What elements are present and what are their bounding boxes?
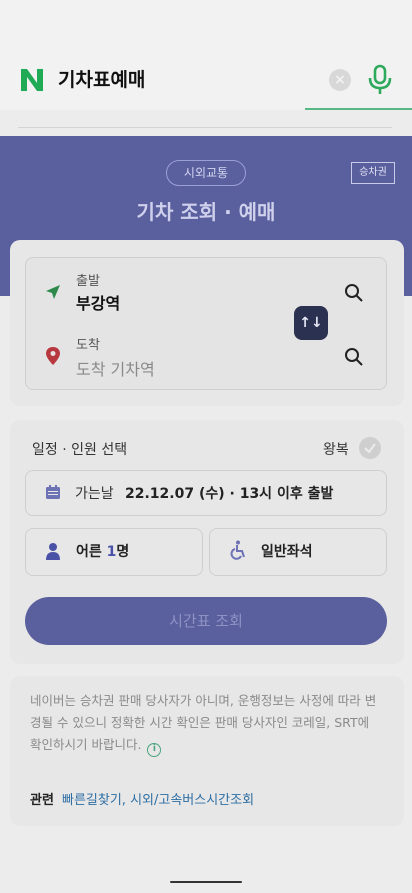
search-icon[interactable] (344, 347, 364, 367)
calendar-icon (46, 485, 60, 499)
category-chip[interactable]: 시외교통 (166, 160, 246, 186)
related-label: 관련 (30, 793, 54, 808)
passenger-unit: 명 (116, 544, 130, 560)
notice-text: 네이버는 승차권 판매 당사자가 아니며, 운행정보는 사정에 따라 변경될 수… (30, 690, 380, 757)
round-trip-label[interactable]: 왕복 (323, 439, 349, 459)
ticket-button[interactable]: 승차권 (351, 162, 395, 184)
microphone-icon[interactable] (366, 64, 394, 96)
person-icon (46, 543, 60, 560)
related-links[interactable]: 빠른길찾기, 시외/고속버스시간조회 (62, 789, 254, 808)
wheelchair-icon (230, 540, 245, 560)
passenger-type: 어른 (76, 544, 107, 560)
search-underline (305, 108, 412, 110)
passenger-count: 어른 1명 (76, 541, 129, 561)
notice-body: 네이버는 승차권 판매 당사자가 아니며, 운행정보는 사정에 따라 변경될 수… (30, 693, 377, 752)
timetable-search-button[interactable]: 시간표 조회 (25, 597, 387, 645)
navigation-arrow-icon (46, 285, 60, 299)
departure-label: 출발 (76, 274, 100, 289)
date-label: 가는날 (75, 486, 114, 502)
location-pin-icon (46, 347, 60, 365)
round-trip-checkbox[interactable] (359, 437, 381, 459)
date-value: 22.12.07 (수) · 13시 이후 출발 (125, 486, 334, 502)
passenger-number: 1 (106, 544, 117, 560)
home-indicator (170, 881, 242, 883)
clear-icon[interactable]: × (329, 69, 351, 91)
swap-stations-button[interactable]: ↑↓ (294, 306, 328, 340)
schedule-title: 일정 · 인원 선택 (32, 442, 128, 458)
page-title: 기차 조회 · 예매 (136, 200, 276, 224)
search-input[interactable]: 기차표예매 (58, 66, 145, 94)
departure-field[interactable]: 부강역 (76, 290, 120, 314)
arrival-field[interactable]: 도착 기차역 (76, 356, 155, 380)
naver-logo-icon[interactable] (18, 66, 46, 94)
arrival-label: 도착 (76, 338, 100, 353)
info-icon[interactable]: i (147, 743, 162, 757)
search-icon[interactable] (344, 283, 364, 303)
divider (18, 120, 392, 128)
seat-class: 일반좌석 (261, 544, 313, 560)
